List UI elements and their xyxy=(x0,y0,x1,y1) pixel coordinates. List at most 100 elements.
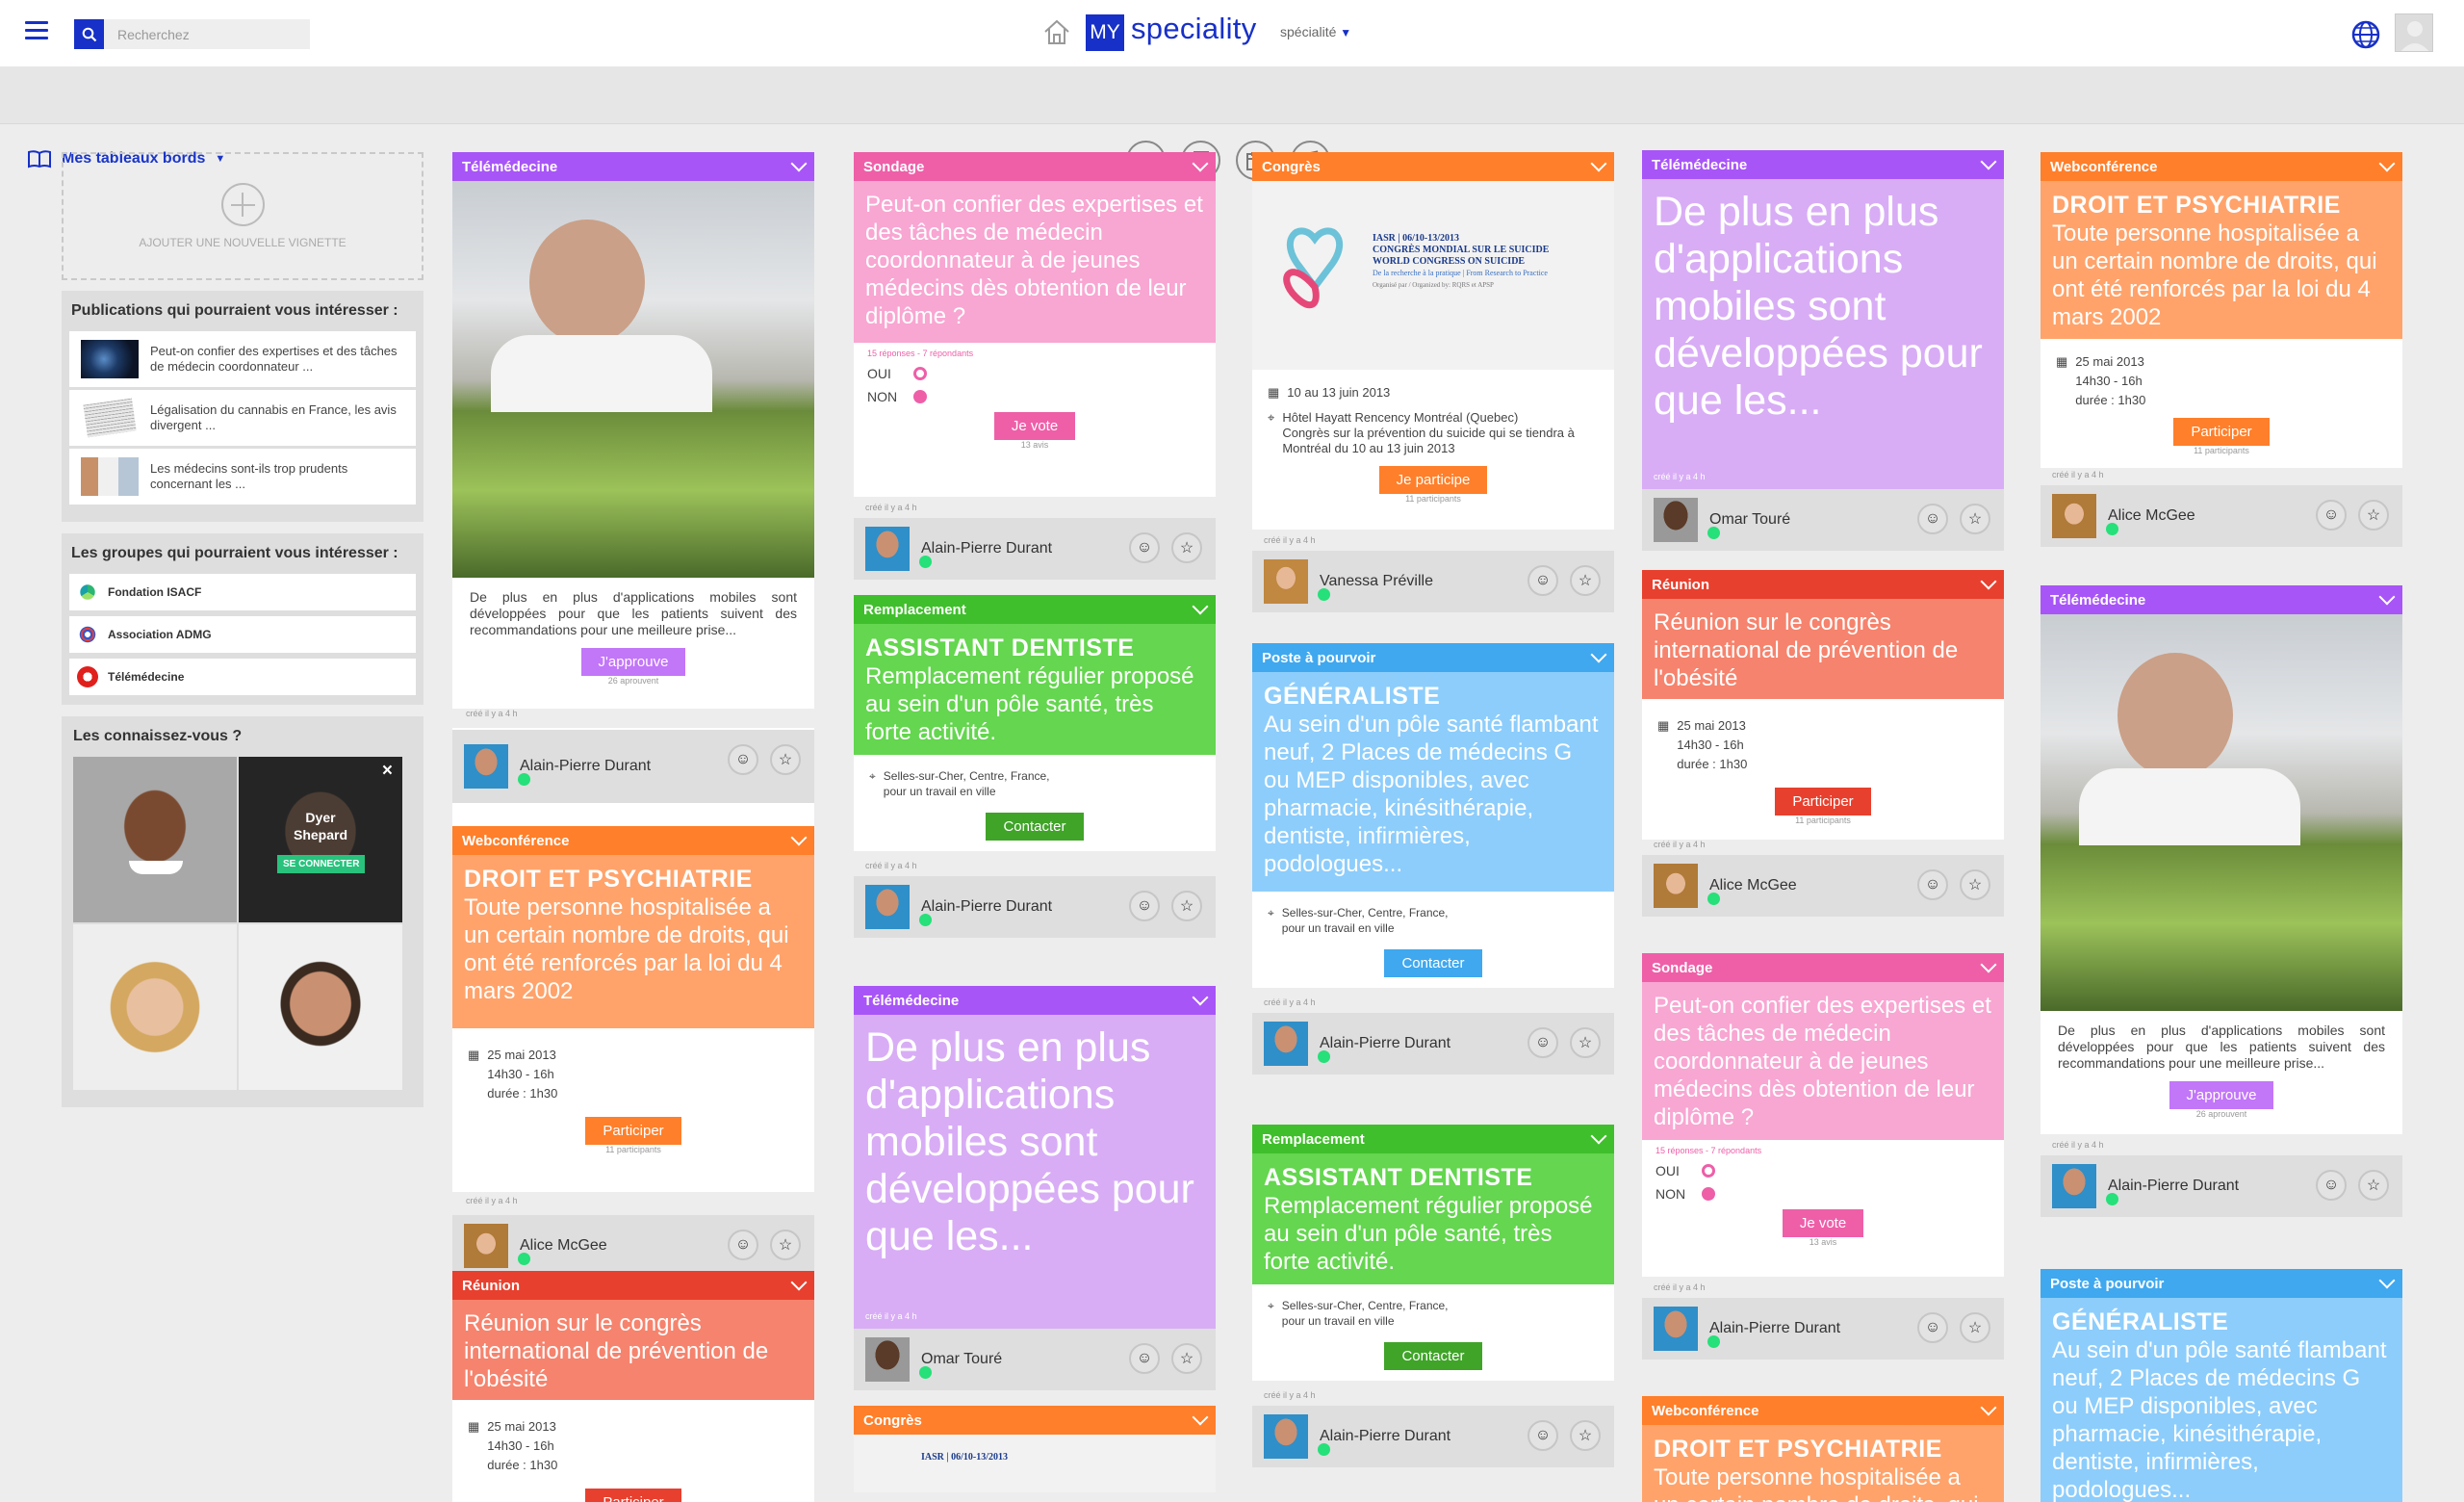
user-avatar[interactable] xyxy=(2052,494,2096,538)
suggested-person-photo[interactable] xyxy=(239,924,402,1090)
chevron-down-icon[interactable] xyxy=(790,155,808,172)
user-avatar[interactable] xyxy=(1654,1307,1698,1351)
user-avatar[interactable] xyxy=(865,885,910,929)
contact-button[interactable]: Contacter xyxy=(1384,949,1482,977)
chevron-down-icon[interactable] xyxy=(1980,153,1997,170)
add-contact-icon[interactable]: ☺ xyxy=(1917,1312,1948,1343)
user-name[interactable]: Alain-Pierre Durant xyxy=(1320,1428,1450,1445)
group-item[interactable]: Télémédecine xyxy=(69,659,416,695)
user-name[interactable]: Vanessa Préville xyxy=(1320,573,1433,590)
user-name[interactable]: Alice McGee xyxy=(1709,877,1797,894)
chevron-down-icon[interactable] xyxy=(2378,588,2396,606)
add-contact-icon[interactable]: ☺ xyxy=(1527,565,1558,596)
chevron-down-icon[interactable] xyxy=(1590,646,1607,663)
user-avatar[interactable] xyxy=(2052,1164,2096,1208)
specialty-select[interactable]: spécialité ▼ xyxy=(1280,24,1351,39)
logo-my[interactable]: MY xyxy=(1086,14,1124,51)
user-name[interactable]: Alain-Pierre Durant xyxy=(1320,1035,1450,1052)
chevron-down-icon[interactable] xyxy=(1980,956,1997,973)
star-icon[interactable]: ☆ xyxy=(1171,891,1202,921)
user-name[interactable]: Alice McGee xyxy=(2108,507,2195,525)
suggested-person-card[interactable]: × Dyer Shepard SE CONNECTER xyxy=(239,757,402,922)
search-input[interactable] xyxy=(104,19,310,49)
radio-icon[interactable] xyxy=(913,367,927,380)
globe-icon[interactable] xyxy=(2350,19,2381,50)
connect-button[interactable]: SE CONNECTER xyxy=(277,855,366,873)
star-icon[interactable]: ☆ xyxy=(1570,1420,1601,1451)
user-avatar[interactable] xyxy=(1654,498,1698,542)
add-tile[interactable]: AJOUTER UNE NOUVELLE VIGNETTE xyxy=(62,152,424,280)
approve-button[interactable]: J'approuve xyxy=(2169,1081,2274,1109)
publication-item[interactable]: Les médecins sont-ils trop prudents conc… xyxy=(69,449,416,505)
chevron-down-icon[interactable] xyxy=(1590,1127,1607,1145)
poll-option-non[interactable]: NON xyxy=(867,389,1202,404)
vote-button[interactable]: Je vote xyxy=(993,412,1076,440)
group-item[interactable]: Fondation ISACF xyxy=(69,574,416,610)
approve-button[interactable]: J'approuve xyxy=(580,648,686,676)
user-name[interactable]: Alain-Pierre Durant xyxy=(2108,1178,2239,1195)
user-avatar[interactable] xyxy=(2395,13,2433,52)
user-name[interactable]: Alain-Pierre Durant xyxy=(921,898,1052,916)
user-avatar[interactable] xyxy=(1654,864,1698,908)
chevron-down-icon[interactable] xyxy=(1192,989,1209,1006)
add-contact-icon[interactable]: ☺ xyxy=(1527,1420,1558,1451)
user-avatar[interactable] xyxy=(1264,1022,1308,1066)
star-icon[interactable]: ☆ xyxy=(1960,869,1990,900)
publication-item[interactable]: Peut-on confier des expertises et des tâ… xyxy=(69,331,416,387)
star-icon[interactable]: ☆ xyxy=(1960,1312,1990,1343)
contact-button[interactable]: Contacter xyxy=(986,813,1084,841)
contact-button[interactable]: Contacter xyxy=(1384,1342,1482,1370)
chevron-down-icon[interactable] xyxy=(1980,573,1997,590)
star-icon[interactable]: ☆ xyxy=(1171,532,1202,563)
chevron-down-icon[interactable] xyxy=(1590,155,1607,172)
suggested-person-photo[interactable] xyxy=(73,757,237,922)
poll-option-oui[interactable]: OUI xyxy=(1656,1163,1990,1178)
add-contact-icon[interactable]: ☺ xyxy=(728,744,758,775)
user-avatar[interactable] xyxy=(464,744,508,789)
chevron-down-icon[interactable] xyxy=(1192,155,1209,172)
user-name[interactable]: Alain-Pierre Durant xyxy=(921,540,1052,557)
add-contact-icon[interactable]: ☺ xyxy=(1129,532,1160,563)
add-contact-icon[interactable]: ☺ xyxy=(728,1230,758,1260)
publication-item[interactable]: Légalisation du cannabis en France, les … xyxy=(69,390,416,446)
vote-button[interactable]: Je vote xyxy=(1782,1209,1864,1237)
add-contact-icon[interactable]: ☺ xyxy=(2316,1170,2347,1201)
star-icon[interactable]: ☆ xyxy=(1960,504,1990,534)
participate-button[interactable]: Je participe xyxy=(1378,466,1488,494)
add-contact-icon[interactable]: ☺ xyxy=(1917,504,1948,534)
user-name[interactable]: Alice McGee xyxy=(520,1237,607,1255)
star-icon[interactable]: ☆ xyxy=(1570,565,1601,596)
chevron-down-icon[interactable] xyxy=(790,829,808,846)
search-button[interactable] xyxy=(74,19,104,49)
menu-icon[interactable] xyxy=(25,21,48,40)
participate-button[interactable]: Participer xyxy=(585,1489,681,1502)
suggested-person-photo[interactable] xyxy=(73,924,237,1090)
user-name[interactable]: Alain-Pierre Durant xyxy=(1709,1320,1840,1337)
poll-option-oui[interactable]: OUI xyxy=(867,366,1202,381)
chevron-down-icon[interactable] xyxy=(1192,1409,1209,1426)
radio-icon[interactable] xyxy=(913,390,927,403)
chevron-down-icon[interactable] xyxy=(790,1274,808,1291)
user-avatar[interactable] xyxy=(1264,559,1308,604)
user-name[interactable]: Omar Touré xyxy=(921,1351,1002,1368)
radio-icon[interactable] xyxy=(1702,1187,1715,1201)
star-icon[interactable]: ☆ xyxy=(2358,1170,2389,1201)
chevron-down-icon[interactable] xyxy=(2378,155,2396,172)
participate-button[interactable]: Participer xyxy=(585,1117,681,1145)
chevron-down-icon[interactable] xyxy=(2378,1272,2396,1289)
add-contact-icon[interactable]: ☺ xyxy=(2316,500,2347,531)
user-name[interactable]: Alain-Pierre Durant xyxy=(520,758,651,775)
close-icon[interactable]: × xyxy=(382,761,393,782)
radio-icon[interactable] xyxy=(1702,1164,1715,1178)
participate-button[interactable]: Participer xyxy=(1775,788,1871,816)
add-contact-icon[interactable]: ☺ xyxy=(1917,869,1948,900)
add-contact-icon[interactable]: ☺ xyxy=(1129,891,1160,921)
chevron-down-icon[interactable] xyxy=(1980,1399,1997,1416)
home-icon[interactable] xyxy=(1041,16,1072,47)
star-icon[interactable]: ☆ xyxy=(1171,1343,1202,1374)
user-name[interactable]: Omar Touré xyxy=(1709,511,1790,529)
participate-button[interactable]: Participer xyxy=(2173,418,2270,446)
star-icon[interactable]: ☆ xyxy=(2358,500,2389,531)
poll-option-non[interactable]: NON xyxy=(1656,1186,1990,1202)
star-icon[interactable]: ☆ xyxy=(770,1230,801,1260)
